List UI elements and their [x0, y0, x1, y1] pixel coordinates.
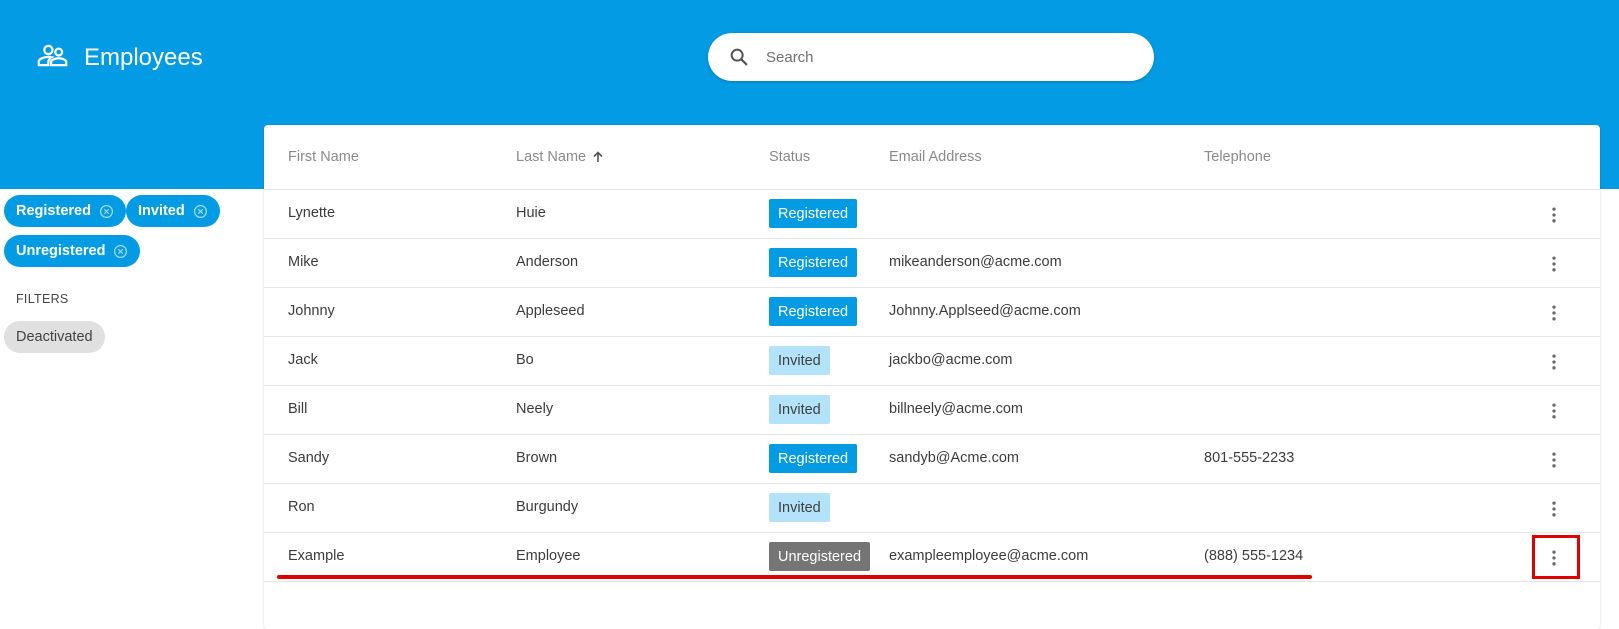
- more-vert-icon[interactable]: [1542, 301, 1566, 325]
- remove-chip-icon[interactable]: [99, 204, 114, 219]
- status-badge: Registered: [769, 199, 858, 228]
- sort-ascending-icon: [593, 151, 603, 162]
- cell-telephone: 801-555-2233: [1204, 450, 1295, 466]
- filters-label: FILTERS: [16, 292, 69, 306]
- chip-label: Deactivated: [16, 329, 93, 345]
- app-brand: Employees: [36, 40, 203, 76]
- status-chip-unregistered[interactable]: Unregistered: [4, 235, 141, 267]
- status-badge: Registered: [769, 248, 858, 277]
- status-badge: Invited: [769, 395, 830, 424]
- cell-last-name: Huie: [516, 205, 546, 221]
- status-badge: Registered: [769, 297, 858, 326]
- more-vert-icon[interactable]: [1542, 252, 1566, 276]
- annotation-underline: [277, 575, 1312, 579]
- table-row[interactable]: Bill Neely Invited billneely@acme.com: [264, 386, 1600, 435]
- more-vert-icon[interactable]: [1542, 399, 1566, 423]
- table-header: First Name Last Name Status Email Addres…: [264, 125, 1600, 190]
- page-title: Employees: [84, 44, 203, 71]
- more-vert-icon[interactable]: [1542, 203, 1566, 227]
- column-header-first-name[interactable]: First Name: [288, 149, 359, 165]
- cell-first-name: Example: [288, 548, 345, 564]
- remove-chip-icon[interactable]: [193, 204, 208, 219]
- status-badge: Unregistered: [769, 542, 871, 571]
- status-badge: Registered: [769, 444, 858, 473]
- cell-first-name: Lynette: [288, 205, 336, 221]
- more-vert-icon[interactable]: [1542, 350, 1566, 374]
- cell-email: Johnny.Applseed@acme.com: [889, 303, 1081, 319]
- cell-last-name: Burgundy: [516, 499, 579, 515]
- chip-label: Registered: [16, 203, 91, 219]
- more-vert-icon[interactable]: [1542, 497, 1566, 521]
- cell-last-name: Anderson: [516, 254, 579, 270]
- status-chip-invited[interactable]: Invited: [126, 195, 220, 227]
- cell-last-name: Employee: [516, 548, 581, 564]
- cell-email: exampleemployee@acme.com: [889, 548, 1089, 564]
- table-row[interactable]: Sandy Brown Registered sandyb@Acme.com 801-5…: [264, 435, 1600, 484]
- table-row[interactable]: Mike Anderson Registered mikeanderson@acme.…: [264, 239, 1600, 288]
- cell-first-name: Johnny: [288, 303, 335, 319]
- status-chip-registered[interactable]: Registered: [4, 195, 126, 227]
- cell-first-name: Sandy: [288, 450, 330, 466]
- cell-last-name: Appleseed: [516, 303, 585, 319]
- cell-email: billneely@acme.com: [889, 401, 1023, 417]
- chip-label: Invited: [138, 203, 185, 219]
- table-row[interactable]: Johnny Appleseed Registered Johnny.Applseed…: [264, 288, 1600, 337]
- status-badge: Invited: [769, 346, 830, 375]
- filter-chip-deactivated[interactable]: Deactivated: [4, 321, 105, 353]
- cell-first-name: Jack: [288, 352, 318, 368]
- remove-chip-icon[interactable]: [113, 244, 128, 259]
- cell-email: mikeanderson@acme.com: [889, 254, 1062, 270]
- cell-last-name: Neely: [516, 401, 554, 417]
- table-row[interactable]: Ron Burgundy Invited: [264, 484, 1600, 533]
- search-bar[interactable]: [708, 33, 1154, 81]
- column-header-status[interactable]: Status: [769, 149, 810, 165]
- column-header-last-name[interactable]: Last Name: [516, 149, 605, 165]
- search-input[interactable]: [766, 43, 1126, 71]
- annotation-highlight-box: [1532, 535, 1580, 579]
- status-badge: Invited: [769, 493, 830, 522]
- table-row[interactable]: Lynette Huie Registered: [264, 190, 1600, 239]
- column-header-telephone[interactable]: Telephone: [1204, 149, 1271, 165]
- cell-first-name: Ron: [288, 499, 315, 515]
- cell-last-name: Bo: [516, 352, 534, 368]
- cell-last-name: Brown: [516, 450, 558, 466]
- chip-label: Unregistered: [16, 243, 106, 259]
- column-header-email[interactable]: Email Address: [889, 149, 982, 165]
- more-vert-icon[interactable]: [1542, 448, 1566, 472]
- cell-telephone: (888) 555-1234: [1204, 548, 1304, 564]
- cell-email: jackbo@acme.com: [889, 352, 1013, 368]
- cell-first-name: Bill: [288, 401, 308, 417]
- cell-email: sandyb@Acme.com: [889, 450, 1019, 466]
- cell-first-name: Mike: [288, 254, 319, 270]
- table-row[interactable]: Jack Bo Invited jackbo@acme.com: [264, 337, 1600, 386]
- employees-table: First Name Last Name Status Email Addres…: [264, 125, 1600, 629]
- people-icon: [36, 39, 69, 77]
